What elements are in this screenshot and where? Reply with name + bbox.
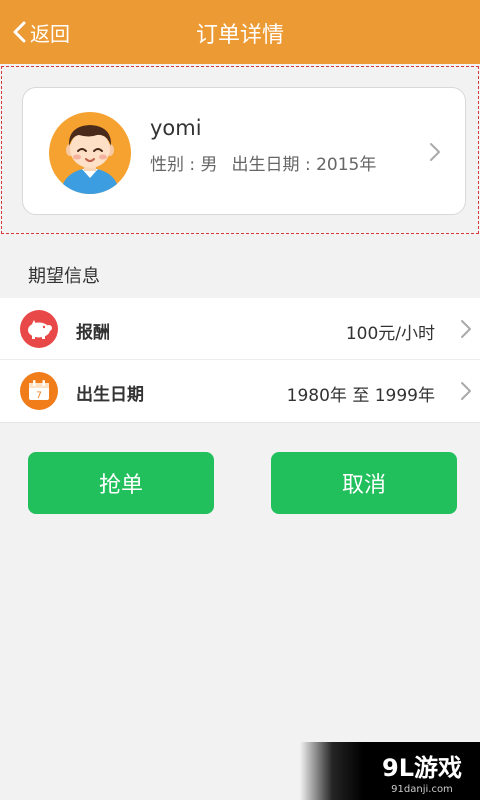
chevron-right-icon (461, 382, 471, 400)
grab-order-button[interactable]: 抢单 (28, 452, 214, 514)
chevron-right-icon (430, 143, 440, 161)
cancel-button[interactable]: 取消 (271, 452, 457, 514)
page-title: 订单详情 (195, 23, 284, 48)
profile-birth: 出生日期 : 2015年 (231, 155, 377, 175)
watermark-logo: 9L游戏 91danji.com (382, 754, 462, 795)
profile-card[interactable]: yomi 性别 : 男出生日期 : 2015年 (22, 87, 466, 215)
calendar-icon: 7 (20, 372, 58, 410)
list-item-salary[interactable]: 报酬 100元/小时 (0, 298, 480, 360)
watermark-domain: 91danji.com (391, 784, 453, 795)
profile-section: yomi 性别 : 男出生日期 : 2015年 (1, 66, 479, 234)
profile-meta: 性别 : 男出生日期 : 2015年 (150, 150, 376, 175)
boy-avatar-icon (49, 112, 131, 194)
chevron-right-icon (461, 320, 471, 338)
profile-gender: 性别 : 男 (150, 155, 218, 175)
birthdate-value: 1980年 至 1999年 (286, 386, 435, 406)
expectation-list: 报酬 100元/小时 7 出生日期 1980年 至 1999年 (0, 298, 480, 423)
salary-label: 报酬 (76, 323, 110, 343)
app-header: 返回 订单详情 (0, 0, 480, 64)
birthdate-label: 出生日期 (76, 385, 144, 405)
list-item-birthdate[interactable]: 7 出生日期 1980年 至 1999年 (0, 360, 480, 422)
piggy-bank-icon (20, 310, 58, 348)
watermark: 9L游戏 91danji.com (300, 742, 480, 800)
salary-value: 100元/小时 (345, 324, 435, 344)
watermark-brand: 9L游戏 (382, 754, 462, 782)
svg-text:7: 7 (36, 391, 42, 401)
section-title: 期望信息 (28, 266, 100, 287)
profile-name: yomi (150, 116, 202, 140)
